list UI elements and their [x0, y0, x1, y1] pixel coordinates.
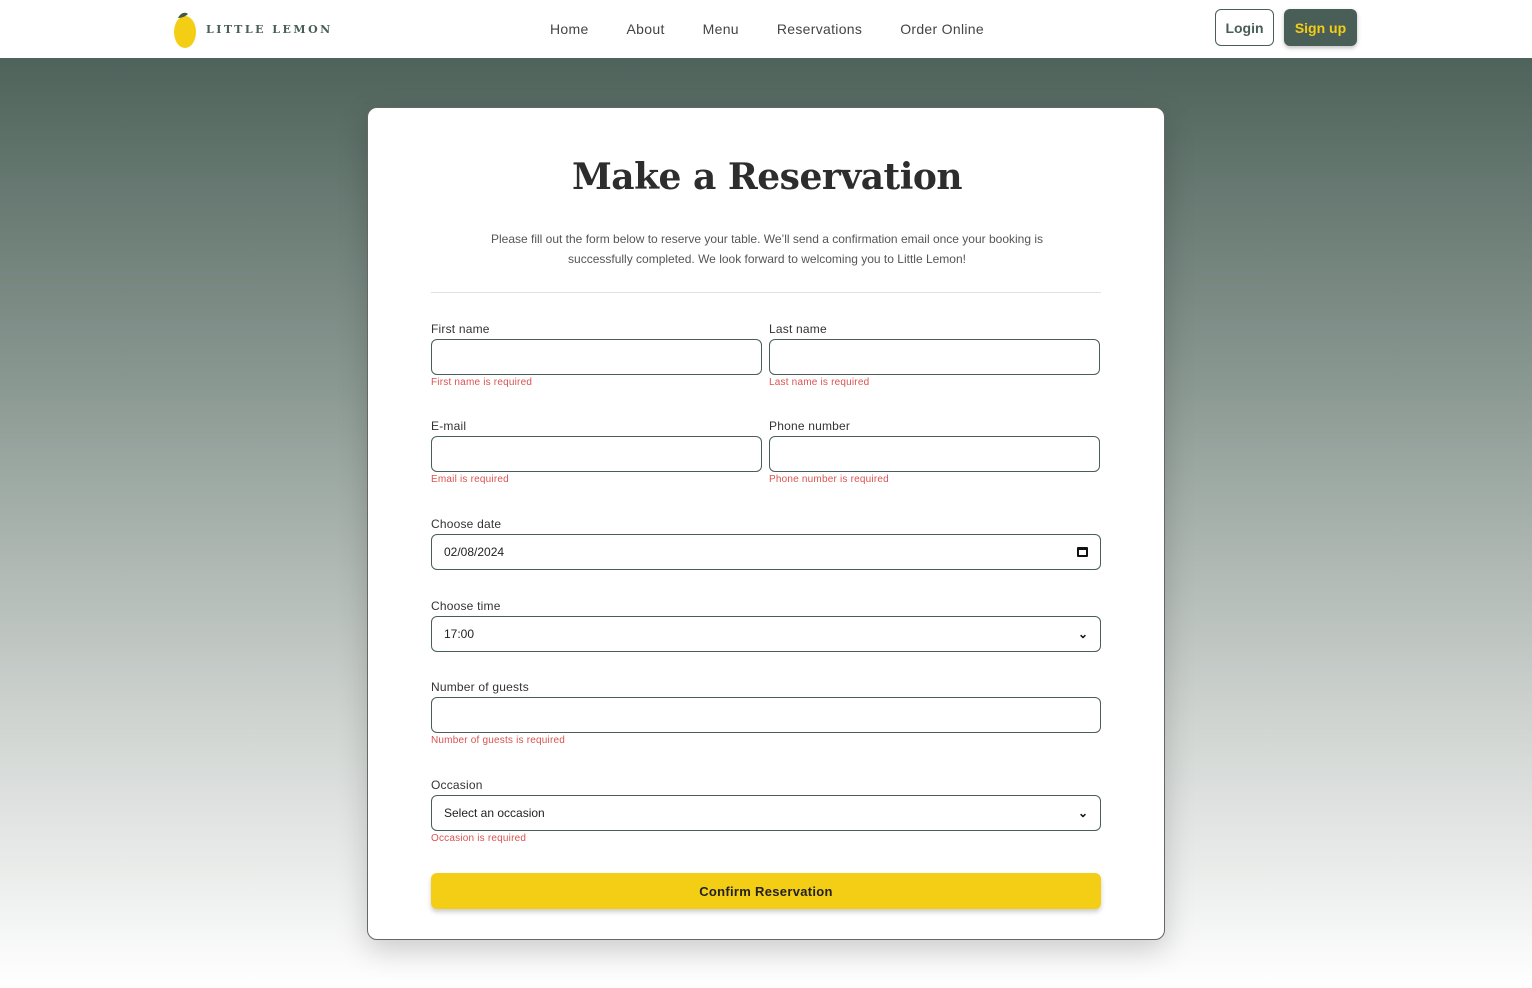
nav-reservations[interactable]: Reservations [777, 21, 862, 37]
phone-error: Phone number is required [769, 474, 889, 485]
time-group: Choose time 17:00 ⌄ [431, 599, 1101, 652]
lemon-icon [174, 12, 196, 48]
page-title: Make a Reservation [571, 156, 963, 198]
guests-input[interactable] [431, 697, 1101, 733]
date-label: Choose date [431, 517, 502, 531]
occasion-select[interactable]: Select an occasion ⌄ [431, 795, 1101, 831]
last-name-group: Last name Last name is required [769, 322, 1100, 388]
nav-menu[interactable]: Menu [703, 21, 739, 37]
date-input[interactable]: 02/08/2024 [431, 534, 1101, 570]
date-value: 02/08/2024 [444, 545, 505, 559]
nav-order-online[interactable]: Order Online [900, 21, 984, 37]
chevron-down-icon: ⌄ [1077, 806, 1088, 820]
guests-label: Number of guests [431, 680, 529, 694]
time-label: Choose time [431, 599, 501, 613]
occasion-group: Occasion Select an occasion ⌄ Occasion i… [431, 778, 1101, 844]
reservation-card: Make a Reservation Please fill out the f… [367, 107, 1165, 940]
main-nav: Home About Menu Reservations Order Onlin… [550, 0, 1022, 58]
guests-group: Number of guests Number of guests is req… [431, 680, 1101, 746]
first-name-error: First name is required [431, 377, 533, 388]
chevron-down-icon: ⌄ [1077, 627, 1088, 641]
last-name-input[interactable] [769, 339, 1100, 375]
calendar-icon[interactable] [1077, 547, 1088, 557]
email-error: Email is required [431, 474, 509, 485]
nav-home[interactable]: Home [550, 21, 589, 37]
last-name-error: Last name is required [769, 377, 870, 388]
first-name-input[interactable] [431, 339, 762, 375]
date-group: Choose date 02/08/2024 [431, 517, 1101, 570]
occasion-value: Select an occasion [444, 806, 545, 820]
email-label: E-mail [431, 419, 467, 433]
logo-text: LITTLE LEMON [206, 22, 333, 36]
login-button[interactable]: Login [1215, 9, 1274, 46]
divider [431, 292, 1101, 293]
occasion-error: Occasion is required [431, 833, 527, 844]
email-input[interactable] [431, 436, 762, 472]
first-name-group: First name First name is required [431, 322, 762, 388]
first-name-label: First name [431, 322, 490, 336]
last-name-label: Last name [769, 322, 827, 336]
time-value: 17:00 [444, 627, 475, 641]
guests-error: Number of guests is required [431, 735, 565, 746]
nav-about[interactable]: About [627, 21, 665, 37]
phone-group: Phone number Phone number is required [769, 419, 1100, 485]
occasion-label: Occasion [431, 778, 483, 792]
form-intro: Please fill out the form below to reserv… [490, 232, 1044, 266]
signup-button[interactable]: Sign up [1284, 9, 1357, 46]
logo[interactable]: LITTLE LEMON [172, 8, 333, 50]
confirm-reservation-button[interactable]: Confirm Reservation [431, 873, 1101, 909]
time-select[interactable]: 17:00 ⌄ [431, 616, 1101, 652]
phone-input[interactable] [769, 436, 1100, 472]
site-header: LITTLE LEMON Home About Menu Reservation… [0, 0, 1532, 58]
phone-label: Phone number [769, 419, 851, 433]
email-group: E-mail Email is required [431, 419, 762, 485]
